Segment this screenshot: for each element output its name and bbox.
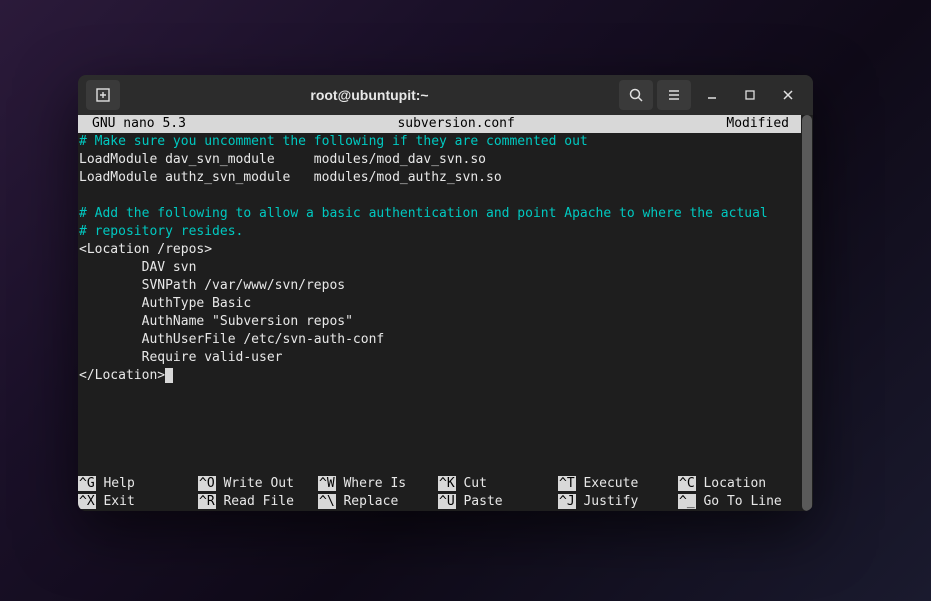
footer-shortcut: ^J Justify: [558, 493, 678, 511]
maximize-icon: [742, 87, 758, 103]
footer-key: ^K: [438, 476, 456, 491]
close-icon: [780, 87, 796, 103]
footer-row: ^X Exit^R Read File^\ Replace^U Paste^J …: [78, 493, 801, 511]
search-icon: [628, 87, 644, 103]
footer-key: ^C: [678, 476, 696, 491]
footer-label: Go To Line: [696, 494, 782, 509]
editor-line: [79, 385, 801, 403]
editor-line: AuthName "Subversion repos": [79, 313, 801, 331]
footer-shortcut: ^T Execute: [558, 475, 678, 493]
scrollbar-thumb[interactable]: [802, 115, 812, 511]
footer-shortcut: ^X Exit: [78, 493, 198, 511]
terminal-window: root@ubuntupit:~ GNU nano 5.3 subversi: [78, 75, 813, 511]
editor-line: SVNPath /var/www/svn/repos: [79, 277, 801, 295]
menu-button[interactable]: [657, 80, 691, 110]
terminal-body[interactable]: GNU nano 5.3 subversion.conf Modified # …: [78, 115, 813, 511]
footer-key: ^G: [78, 476, 96, 491]
editor-line: [79, 403, 801, 421]
editor-line: Require valid-user: [79, 349, 801, 367]
footer-label: Justify: [576, 494, 639, 509]
editor-line: # repository resides.: [79, 223, 801, 241]
footer-label: Read File: [216, 494, 294, 509]
new-tab-icon: [95, 87, 111, 103]
scrollbar[interactable]: [801, 115, 813, 511]
footer-key: ^U: [438, 494, 456, 509]
nano-filename: subversion.conf: [186, 115, 726, 133]
content-area[interactable]: GNU nano 5.3 subversion.conf Modified # …: [78, 115, 801, 511]
editor-content[interactable]: # Make sure you uncomment the following …: [78, 133, 801, 475]
footer-shortcut: ^U Paste: [438, 493, 558, 511]
titlebar: root@ubuntupit:~: [78, 75, 813, 115]
footer-key: ^T: [558, 476, 576, 491]
titlebar-right: [619, 80, 805, 110]
editor-line: LoadModule authz_svn_module modules/mod_…: [79, 169, 801, 187]
footer-key: ^O: [198, 476, 216, 491]
footer-label: Help: [96, 476, 135, 491]
cursor: [165, 368, 173, 383]
footer-shortcut: ^O Write Out: [198, 475, 318, 493]
footer-shortcut: ^_ Go To Line: [678, 493, 798, 511]
maximize-button[interactable]: [733, 80, 767, 110]
footer-label: Write Out: [216, 476, 294, 491]
footer-shortcut: ^G Help: [78, 475, 198, 493]
footer-shortcut: ^C Location: [678, 475, 798, 493]
footer-label: Cut: [456, 476, 487, 491]
footer-key: ^X: [78, 494, 96, 509]
editor-line: [79, 187, 801, 205]
editor-line: [79, 439, 801, 457]
editor-line: AuthType Basic: [79, 295, 801, 313]
footer-label: Location: [696, 476, 766, 491]
nano-footer: ^G Help^O Write Out^W Where Is^K Cut^T E…: [78, 475, 801, 511]
footer-row: ^G Help^O Write Out^W Where Is^K Cut^T E…: [78, 475, 801, 493]
footer-shortcut: ^K Cut: [438, 475, 558, 493]
footer-label: Exit: [96, 494, 135, 509]
editor-line: DAV svn: [79, 259, 801, 277]
footer-key: ^J: [558, 494, 576, 509]
editor-line: <Location /repos>: [79, 241, 801, 259]
footer-shortcut: ^\ Replace: [318, 493, 438, 511]
footer-label: Execute: [576, 476, 639, 491]
nano-app-name: GNU nano 5.3: [82, 115, 186, 133]
footer-label: Paste: [456, 494, 503, 509]
editor-line: AuthUserFile /etc/svn-auth-conf: [79, 331, 801, 349]
search-button[interactable]: [619, 80, 653, 110]
close-button[interactable]: [771, 80, 805, 110]
editor-line: # Make sure you uncomment the following …: [79, 133, 801, 151]
footer-shortcut: ^R Read File: [198, 493, 318, 511]
footer-shortcut: ^W Where Is: [318, 475, 438, 493]
minimize-button[interactable]: [695, 80, 729, 110]
minimize-icon: [704, 87, 720, 103]
nano-header: GNU nano 5.3 subversion.conf Modified: [78, 115, 801, 133]
footer-key: ^_: [678, 494, 696, 509]
footer-key: ^R: [198, 494, 216, 509]
footer-key: ^W: [318, 476, 336, 491]
editor-line: </Location>: [79, 367, 801, 385]
footer-label: Where Is: [336, 476, 406, 491]
hamburger-icon: [666, 87, 682, 103]
footer-key: ^\: [318, 494, 336, 509]
new-tab-button[interactable]: [86, 80, 120, 110]
editor-line: LoadModule dav_svn_module modules/mod_da…: [79, 151, 801, 169]
editor-line: [79, 421, 801, 439]
nano-status: Modified: [726, 115, 797, 133]
window-title: root@ubuntupit:~: [124, 87, 615, 103]
footer-label: Replace: [336, 494, 399, 509]
editor-line: # Add the following to allow a basic aut…: [79, 205, 801, 223]
editor-line: [79, 457, 801, 475]
